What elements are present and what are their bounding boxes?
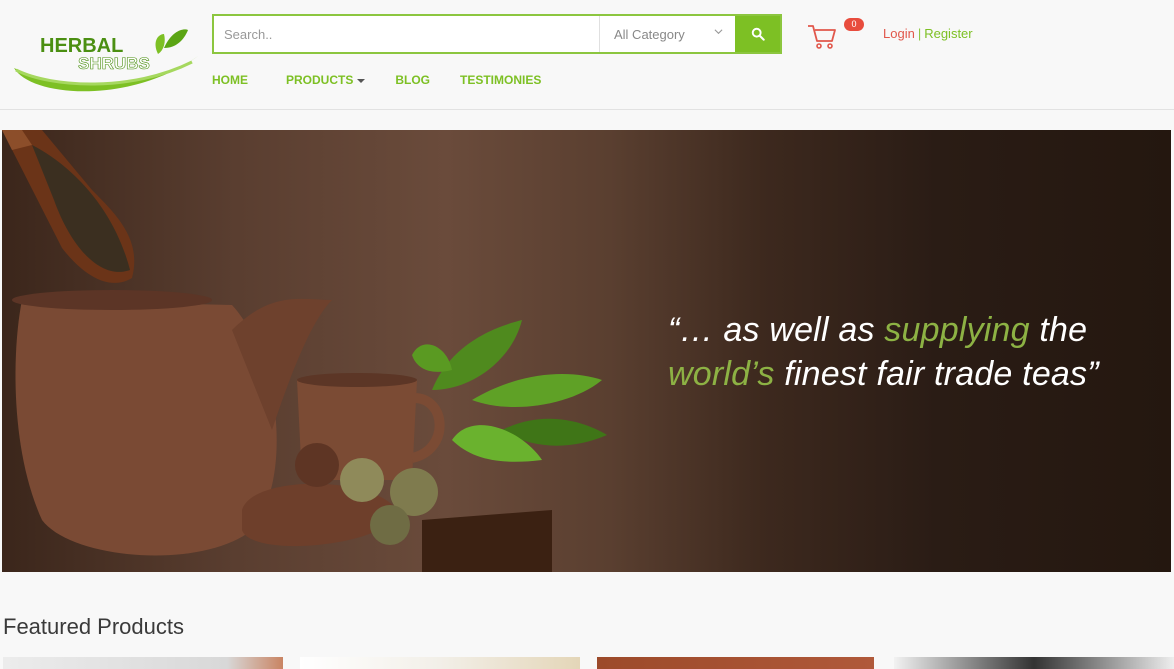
product-card[interactable] [894,657,1174,669]
product-card[interactable] [597,657,874,669]
chevron-down-icon [714,27,723,39]
hero-quote-part1: “… as well as [668,311,885,349]
hero-quote-line1: “… as well as supplying the [668,308,1099,352]
nav-item-blog[interactable]: BLOG [395,73,430,87]
hero-quote-part2: the [1029,311,1088,349]
nav-item-testimonies[interactable]: TESTIMONIES [460,73,541,87]
category-label: All Category [614,26,685,42]
product-card[interactable] [300,657,580,669]
cart-icon [808,25,836,49]
hero-quote-line2: world’s finest fair trade teas” [668,352,1099,396]
hero-quote-part3: finest fair trade teas” [774,355,1099,393]
logo-text-2: SHRUBS [78,54,150,73]
hero-banner[interactable]: “… as well as supplying the world’s fine… [2,130,1171,572]
site-logo[interactable]: HERBAL SHRUBS [12,26,202,98]
main-nav: HOME PRODUCTS BLOG TESTIMONIES [212,73,541,87]
auth-links: Login | Register [883,26,973,41]
featured-products-row [0,657,1174,669]
hero-quote: “… as well as supplying the world’s fine… [668,308,1099,396]
search-bar: All Category [212,14,782,54]
product-card[interactable] [3,657,283,669]
site-header: HERBAL SHRUBS All Category 0 Login [0,0,1174,110]
hero-quote-highlight2: world’s [668,355,775,393]
search-icon [751,27,765,41]
login-link[interactable]: Login [883,26,915,41]
caret-down-icon [357,78,366,83]
cart-button[interactable]: 0 [806,18,866,52]
hero-quote-highlight1: supplying [884,311,1030,349]
search-button[interactable] [735,16,780,52]
register-link[interactable]: Register [924,26,972,41]
logo-graphic: HERBAL SHRUBS [14,29,198,92]
cart-count-badge: 0 [844,18,864,31]
nav-item-products-label: PRODUCTS [286,73,354,87]
nav-item-home[interactable]: HOME [212,73,248,87]
search-input[interactable] [214,16,599,52]
featured-products-title: Featured Products [3,614,184,639]
nav-item-products[interactable]: PRODUCTS [286,73,366,87]
category-select[interactable]: All Category [599,16,735,52]
auth-separator: | [917,26,922,41]
